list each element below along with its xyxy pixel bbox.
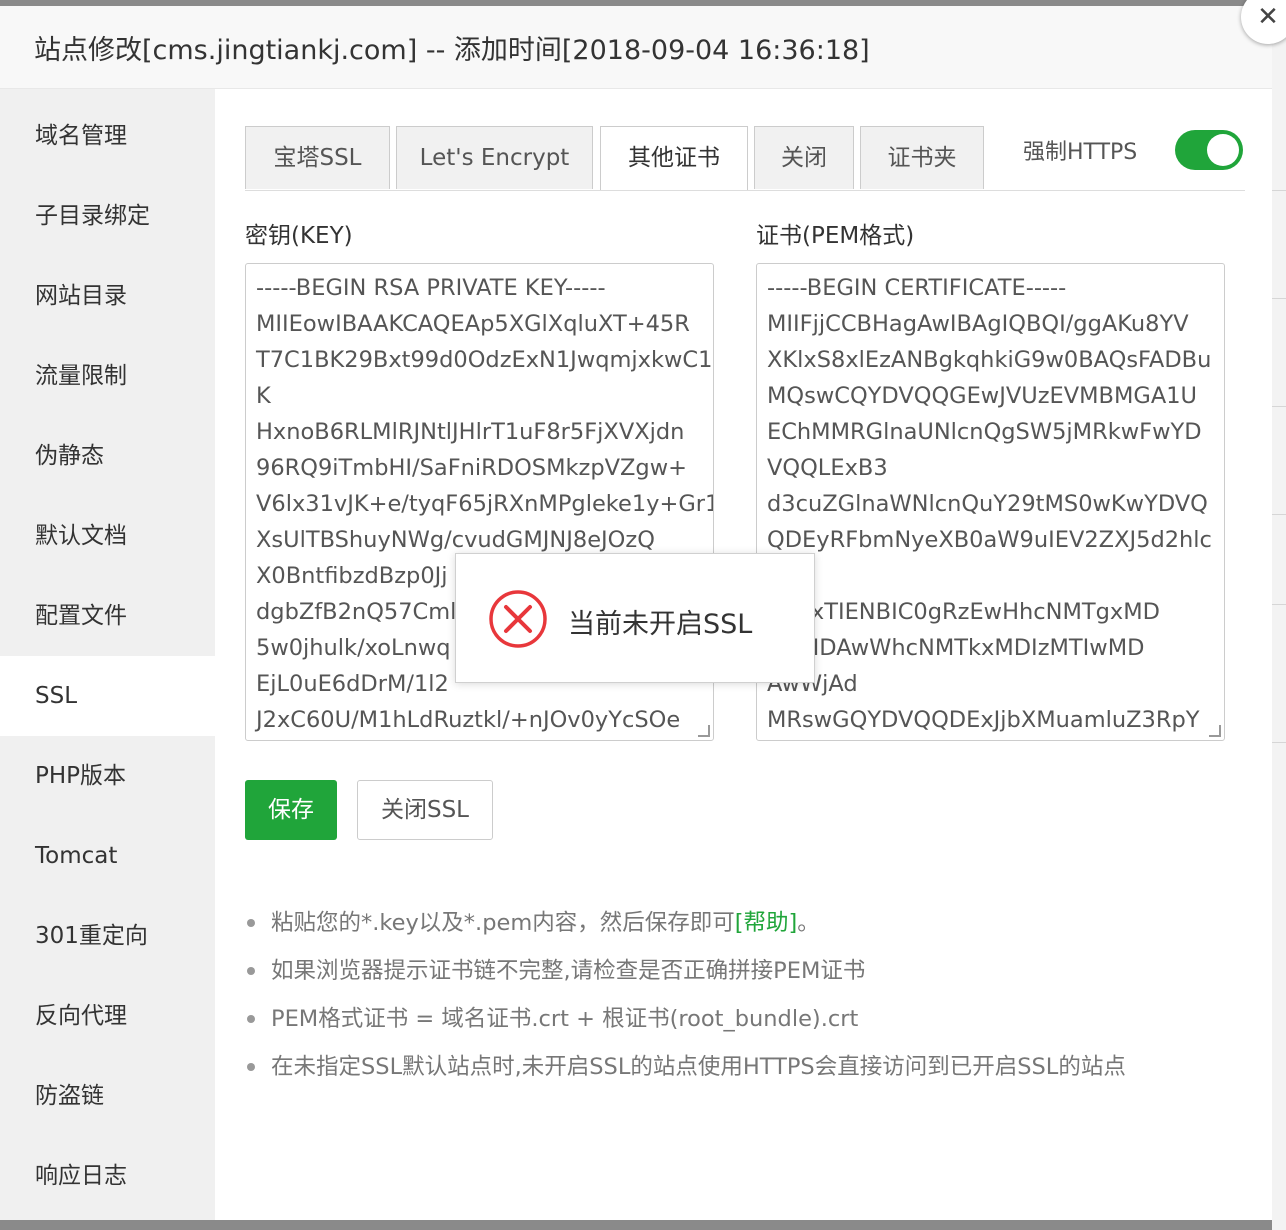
sidebar-item-traffic-limit[interactable]: 流量限制 [0,336,215,416]
force-https-toggle[interactable] [1175,130,1243,170]
dialog-title: 站点修改[cms.jingtiankj.com] -- 添加时间[2018-09… [34,35,870,66]
dialog-titlebar: 站点修改[cms.jingtiankj.com] -- 添加时间[2018-09… [0,6,1272,89]
sidebar-item-rewrite[interactable]: 伪静态 [0,416,215,496]
tip-item: 如果浏览器提示证书链不完整,请检查是否正确拼接PEM证书 [245,951,1245,999]
toggle-knob [1207,134,1239,166]
tab-lets-encrypt[interactable]: Let's Encrypt [396,126,593,189]
site-edit-dialog: 站点修改[cms.jingtiankj.com] -- 添加时间[2018-09… [0,6,1272,1220]
sidebar: 域名管理 子目录绑定 网站目录 流量限制 伪静态 默认文档 配置文件 SSL P… [0,89,215,1220]
save-button[interactable]: 保存 [245,780,337,840]
sidebar-item-response-log[interactable]: 响应日志 [0,1136,215,1216]
sidebar-item-tomcat[interactable]: Tomcat [0,816,215,896]
help-link[interactable]: [帮助] [735,910,798,936]
backdrop [1272,0,1286,1230]
force-https-label: 强制HTTPS [1023,140,1138,165]
tab-cert-folder[interactable]: 证书夹 [860,126,984,189]
sidebar-item-hotlink[interactable]: 防盗链 [0,1056,215,1136]
tips-list: 粘贴您的*.key以及*.pem内容，然后保存即可[帮助]。 如果浏览器提示证书… [245,903,1245,1095]
sidebar-item-ssl[interactable]: SSL [0,656,215,736]
cert-label: 证书(PEM格式) [756,223,915,249]
sidebar-item-redirect[interactable]: 301重定向 [0,896,215,976]
close-icon: ✕ [1257,2,1279,32]
key-label: 密钥(KEY) [245,223,353,249]
tip-item: PEM格式证书 = 域名证书.crt + 根证书(root_bundle).cr… [245,999,1245,1047]
tab-other-cert[interactable]: 其他证书 [600,126,748,190]
sidebar-item-domain[interactable]: 域名管理 [0,96,215,176]
sidebar-item-reverse-proxy[interactable]: 反向代理 [0,976,215,1056]
close-ssl-button[interactable]: 关闭SSL [357,780,493,840]
tip-text: 粘贴您的*.key以及*.pem内容，然后保存即可 [271,910,735,936]
tab-bt-ssl[interactable]: 宝塔SSL [245,126,390,189]
tip-text-end: 。 [797,910,820,936]
cert-textarea[interactable]: -----BEGIN CERTIFICATE----- MIIFjjCCBHag… [756,263,1225,741]
sidebar-item-config[interactable]: 配置文件 [0,576,215,656]
tab-close[interactable]: 关闭 [754,126,854,189]
sidebar-item-site-directory[interactable]: 网站目录 [0,256,215,336]
tip-item: 粘贴您的*.key以及*.pem内容，然后保存即可[帮助]。 [245,903,1245,951]
sidebar-item-subdirectory[interactable]: 子目录绑定 [0,176,215,256]
sidebar-item-default-doc[interactable]: 默认文档 [0,496,215,576]
sidebar-item-php-version[interactable]: PHP版本 [0,736,215,816]
error-icon [489,590,547,648]
toast-message: 当前未开启SSL [455,553,815,683]
tip-item: 在未指定SSL默认站点时,未开启SSL的站点使用HTTPS会直接访问到已开启SS… [245,1047,1245,1095]
toast-text: 当前未开启SSL [568,609,753,640]
